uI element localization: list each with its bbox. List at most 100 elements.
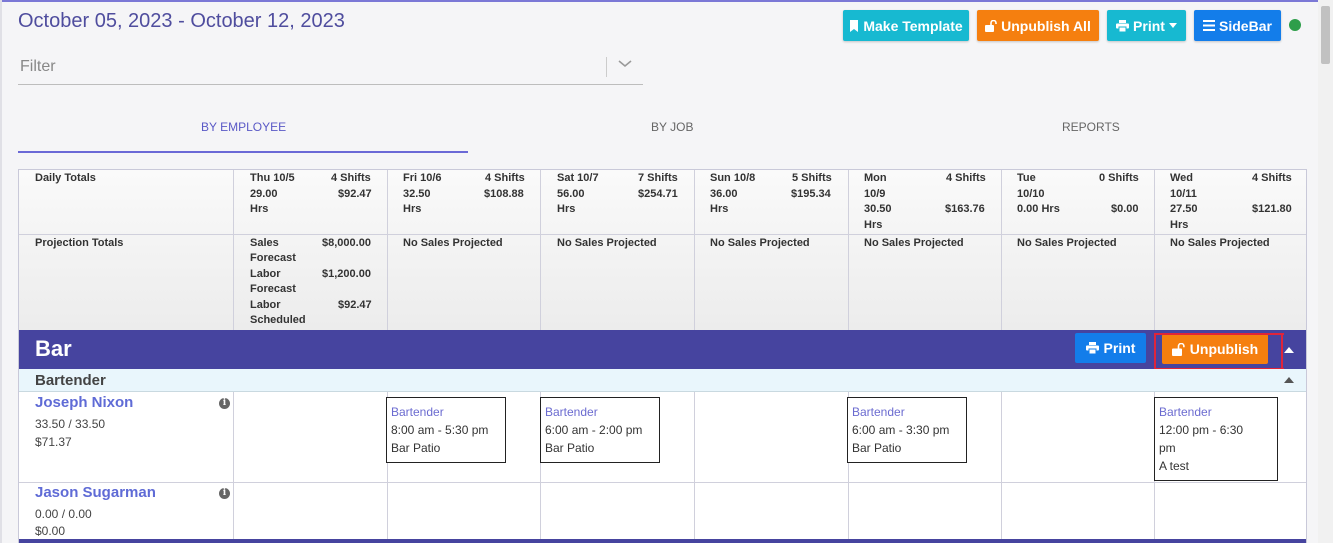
unlock-icon [985, 19, 997, 32]
shift-job: Bartender [391, 405, 444, 419]
cost-value: $108.88 [484, 188, 524, 200]
job-title: Bartender [35, 372, 106, 389]
hours-unit: Hrs [557, 203, 576, 215]
sidebar-label: SideBar [1219, 17, 1272, 34]
scrollbar-thumb[interactable] [1321, 6, 1330, 64]
column-divider [1001, 170, 1002, 330]
section-header-bar: Bar Print Unpublish [19, 330, 1306, 369]
printer-icon [1116, 19, 1130, 32]
status-indicator [1289, 19, 1301, 31]
employee-name[interactable]: Joseph Nixon [35, 394, 133, 411]
shift-location: Bar Patio [391, 441, 441, 455]
chevron-down-icon[interactable] [616, 54, 634, 72]
shift-count: 4 Shifts [1252, 172, 1292, 184]
hamburger-icon [1203, 20, 1216, 31]
highlight-outline-right [1281, 333, 1283, 370]
section-print-button[interactable]: Print [1075, 333, 1146, 363]
column-divider [540, 170, 541, 330]
print-label: Print [1133, 17, 1165, 34]
column-divider [848, 170, 849, 330]
no-sales-mon: No Sales Projected [864, 237, 964, 249]
column-divider [233, 392, 234, 543]
cost-value: $195.34 [791, 188, 831, 200]
hours-unit: Hrs [1170, 219, 1189, 231]
shift-location: Bar Patio [852, 441, 902, 455]
day-label: Wed [1170, 172, 1194, 184]
filter-placeholder: Filter [20, 58, 56, 75]
shift-time: 6:00 am - 3:30 pm [852, 423, 950, 437]
row-divider [19, 234, 1306, 235]
tab-by-job[interactable]: BY JOB [651, 120, 693, 134]
hours-value: 27.50 [1170, 203, 1198, 215]
labor-forecast-label-2: Forecast [250, 283, 296, 295]
shift-count: 4 Shifts [331, 172, 371, 184]
employee-hours: 0.00 / 0.00 [35, 507, 92, 521]
collapse-job-icon[interactable] [1284, 377, 1294, 383]
no-sales-fri: No Sales Projected [403, 237, 503, 249]
day-label: Tue [1017, 172, 1036, 184]
shift-count: 4 Shifts [946, 172, 986, 184]
date-range-title: October 05, 2023 - October 12, 2023 [18, 10, 345, 32]
bookmark-icon [849, 19, 859, 32]
day-label: Sun 10/8 [710, 172, 756, 184]
unpublish-all-button[interactable]: Unpublish All [977, 10, 1099, 41]
no-sales-sun: No Sales Projected [710, 237, 810, 249]
schedule-grid: Daily Totals Thu 10/5 4 Shifts 29.00 $92… [18, 169, 1307, 543]
labor-scheduled-label: Labor [250, 299, 281, 311]
active-tab-indicator [18, 151, 468, 153]
sales-forecast-label-2: Forecast [250, 252, 296, 264]
next-section-bar [19, 539, 1306, 543]
projection-totals-label: Projection Totals [35, 237, 124, 249]
labor-forecast-label: Labor [250, 268, 281, 280]
no-sales-tue: No Sales Projected [1017, 237, 1117, 249]
hours-unit: Hrs [403, 203, 422, 215]
cost-value: $254.71 [638, 188, 678, 200]
tab-reports[interactable]: REPORTS [1062, 120, 1120, 134]
shift-card[interactable]: Bartender 12:00 pm - 6:30 pm A test [1154, 397, 1278, 481]
shift-time: 8:00 am - 5:30 pm [391, 423, 489, 437]
tab-by-employee[interactable]: BY EMPLOYEE [201, 120, 286, 134]
info-icon[interactable]: i [219, 488, 230, 499]
hours-value: 30.50 [864, 203, 892, 215]
employee-name[interactable]: Jason Sugarman [35, 484, 156, 501]
shift-count: 4 Shifts [485, 172, 525, 184]
collapse-section-icon[interactable] [1284, 347, 1294, 353]
sidebar-button[interactable]: SideBar [1194, 10, 1281, 41]
scrollbar-track[interactable] [1318, 0, 1333, 543]
hours-value: 0.00 Hrs [1017, 203, 1060, 215]
filter-separator [606, 57, 607, 77]
section-title: Bar [35, 336, 72, 361]
employee-hours: 33.50 / 33.50 [35, 417, 106, 431]
sales-forecast-value: $8,000.00 [322, 237, 371, 249]
labor-scheduled-label-2: Scheduled [250, 314, 306, 326]
print-dropdown-button[interactable]: Print [1107, 10, 1186, 41]
shift-job: Bartender [852, 405, 905, 419]
hours-value: 32.50 [403, 188, 431, 200]
column-divider [387, 170, 388, 330]
shift-card[interactable]: Bartender 6:00 am - 3:30 pm Bar Patio [847, 397, 967, 463]
caret-down-icon [1168, 23, 1177, 28]
shift-card[interactable]: Bartender 8:00 am - 5:30 pm Bar Patio [386, 397, 506, 463]
shift-count: 7 Shifts [638, 172, 678, 184]
hours-unit: Hrs [864, 219, 883, 231]
cost-value: $163.76 [945, 203, 985, 215]
no-sales-wed: No Sales Projected [1170, 237, 1270, 249]
shift-card[interactable]: Bartender 6:00 am - 2:00 pm Bar Patio [540, 397, 660, 463]
shift-location: A test [1159, 459, 1190, 473]
make-template-label: Make Template [863, 17, 963, 34]
column-divider [233, 170, 234, 330]
column-divider [1154, 170, 1155, 330]
job-subheader: Bartender [19, 369, 1306, 392]
shift-time: 6:00 am - 2:00 pm [545, 423, 643, 437]
highlight-outline [1154, 333, 1284, 370]
hours-value: 36.00 [710, 188, 738, 200]
make-template-button[interactable]: Make Template [843, 10, 969, 41]
hours-value: 29.00 [250, 188, 278, 200]
day-label: Sat 10/7 [557, 172, 599, 184]
day-date: 10/10 [1017, 188, 1045, 200]
info-icon[interactable]: i [219, 398, 230, 409]
sales-forecast-label: Sales [250, 237, 279, 249]
column-divider [1001, 392, 1002, 543]
filter-select[interactable]: Filter [18, 50, 643, 85]
shift-count: 5 Shifts [792, 172, 832, 184]
